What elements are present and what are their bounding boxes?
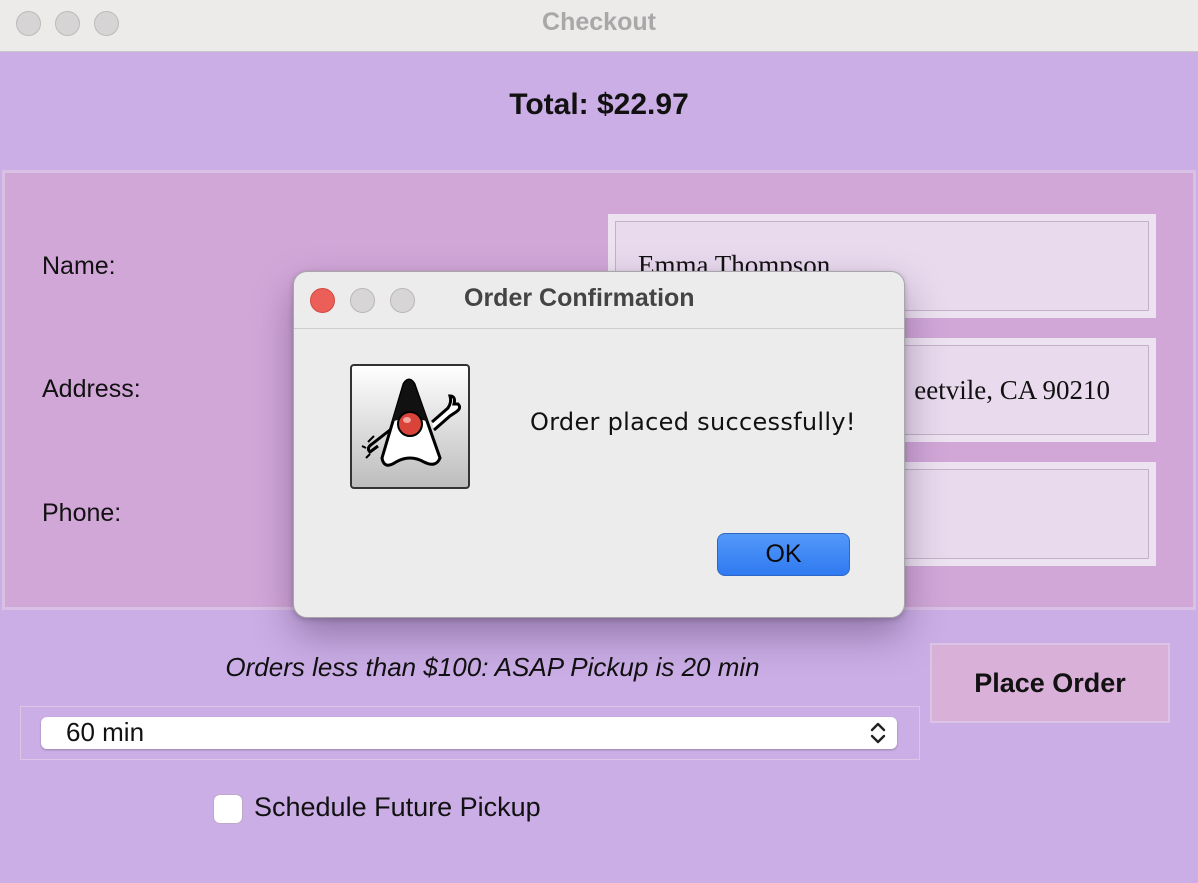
address-value: eetvile, CA 90210 [914, 375, 1110, 405]
pickup-note: Orders less than $100: ASAP Pickup is 20… [225, 652, 760, 682]
pickup-time-select[interactable]: 60 min [41, 717, 897, 749]
window-title: Checkout [542, 8, 656, 36]
dialog-zoom-button [390, 288, 415, 313]
order-total: Total: $22.97 [509, 88, 689, 121]
address-label: Address: [42, 375, 141, 403]
dialog-title-bar: Order Confirmation [294, 272, 904, 329]
ok-button[interactable]: OK [717, 533, 850, 576]
java-duke-icon [350, 364, 470, 489]
phone-label: Phone: [42, 499, 122, 527]
checkout-window: Checkout Total: $22.97 Name: Address: Ph… [0, 0, 1198, 883]
pickup-time-select-container: 60 min [20, 706, 920, 760]
dialog-title: Order Confirmation [464, 284, 695, 312]
title-bar: Checkout [0, 0, 1198, 52]
name-label: Name: [42, 252, 116, 280]
schedule-future-pickup-label[interactable]: Schedule Future Pickup [254, 792, 541, 823]
chevron-up-down-icon [869, 719, 887, 747]
order-confirmation-dialog: Order Confirmation Order placed successf… [293, 271, 905, 618]
pickup-time-value: 60 min [66, 717, 145, 747]
dialog-minimize-button [350, 288, 375, 313]
dialog-close-button[interactable] [310, 288, 335, 313]
schedule-future-pickup-checkbox[interactable] [214, 795, 242, 823]
dialog-message: Order placed successfully! [530, 408, 856, 436]
place-order-button[interactable]: Place Order [930, 643, 1170, 723]
